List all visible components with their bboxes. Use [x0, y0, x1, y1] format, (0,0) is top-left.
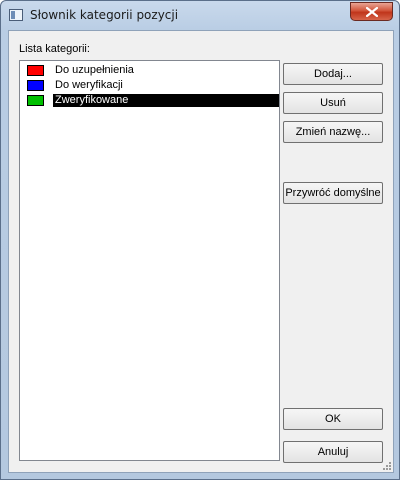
list-item[interactable]: Do weryfikacji	[22, 78, 279, 93]
app-window-icon	[9, 9, 23, 21]
rename-button[interactable]: Zmień nazwę...	[283, 121, 383, 143]
list-item[interactable]: Do uzupełnienia	[22, 63, 279, 78]
list-item-label: Do weryfikacji	[55, 79, 123, 91]
color-swatch	[27, 65, 44, 76]
list-item[interactable]: Zweryfikowane	[22, 93, 279, 108]
color-swatch	[27, 95, 44, 106]
category-list-label: Lista kategorii:	[19, 43, 90, 55]
remove-button[interactable]: Usuń	[283, 92, 383, 114]
restore-defaults-button[interactable]: Przywróć domyślne	[283, 182, 383, 204]
category-listbox[interactable]: Do uzupełnienia Do weryfikacji Zweryfiko…	[19, 60, 280, 461]
color-swatch	[27, 80, 44, 91]
list-item-label: Do uzupełnienia	[55, 64, 134, 76]
add-button[interactable]: Dodaj...	[283, 63, 383, 85]
dialog-client-area: Lista kategorii: Do uzupełnienia Do wery…	[8, 30, 394, 473]
dialog-window: Słownik kategorii pozycji Lista kategori…	[0, 0, 400, 480]
close-icon	[366, 7, 378, 17]
resize-grip-icon[interactable]	[381, 460, 391, 470]
ok-button[interactable]: OK	[283, 408, 383, 430]
window-title: Słownik kategorii pozycji	[30, 8, 179, 22]
title-bar[interactable]: Słownik kategorii pozycji	[1, 1, 399, 29]
list-item-label: Zweryfikowane	[53, 94, 279, 107]
cancel-button[interactable]: Anuluj	[283, 441, 383, 463]
close-button[interactable]	[350, 2, 393, 21]
